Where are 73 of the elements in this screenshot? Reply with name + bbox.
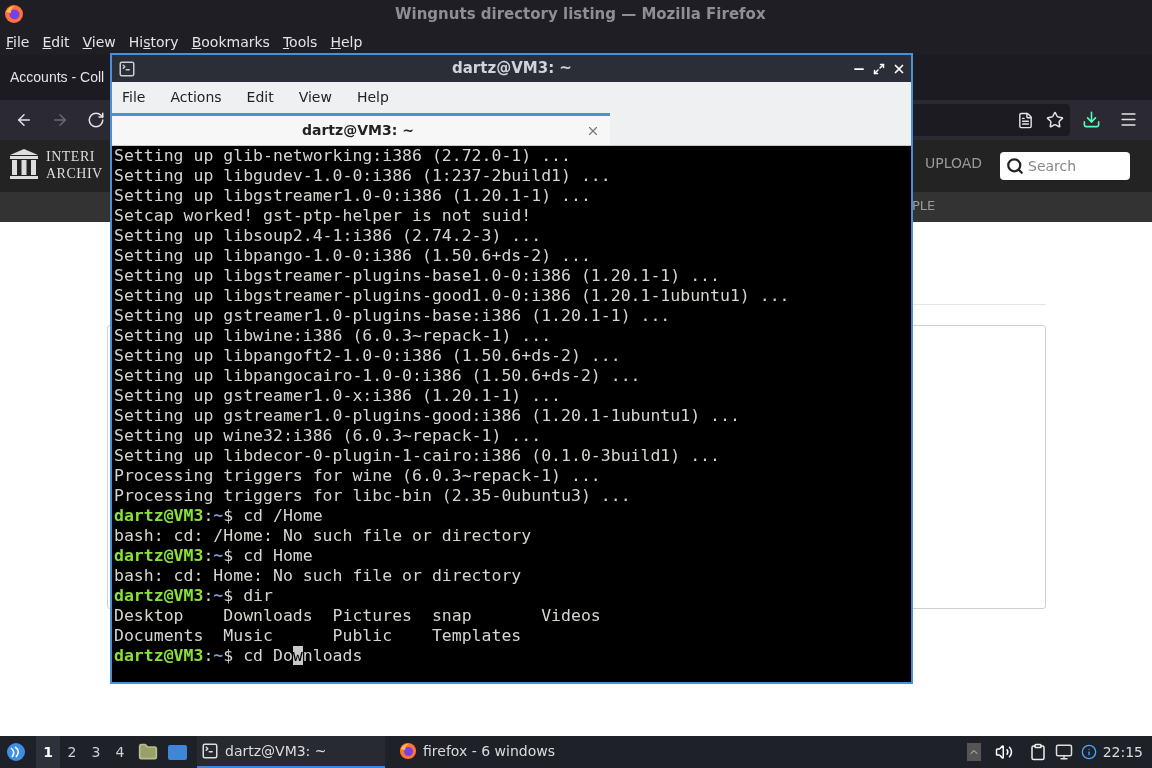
menu-item[interactable]: Help	[356, 86, 389, 108]
workspace-button[interactable]: 1	[36, 736, 60, 768]
menu-item[interactable]: File	[122, 86, 146, 108]
subnav-link[interactable]: PLE	[912, 199, 936, 212]
workspace-button[interactable]: 2	[60, 736, 84, 768]
clock[interactable]: 22:15	[1102, 741, 1143, 763]
terminal-output-line: Setting up gstreamer1.0-x:i386 (1.20.1-1) ...	[114, 386, 562, 406]
terminal-output-line: Setting up libgstreamer1.0-0:i386 (1.20.1-1) ...	[114, 186, 591, 206]
terminal-output-line: Setting up libpangocairo-1.0-0:i386 (1.50.6+ds-2) ...	[114, 366, 641, 386]
menu-item[interactable]: Actions	[170, 86, 222, 108]
menu-item[interactable]: Tools	[282, 34, 318, 49]
reader-view-icon[interactable]	[1017, 111, 1034, 129]
maximize-button[interactable]	[873, 62, 885, 75]
terminal-output-line: Setting up glib-networking:i386 (2.72.0-1) ...	[114, 146, 571, 166]
terminal-output-line: Setting up libgstreamer-plugins-good1.0-0:i386 (1.20.1-1ubuntu1) ...	[114, 286, 790, 306]
clipboard-icon[interactable]	[1028, 743, 1047, 761]
terminal-output-line: Setting up libpangoft2-1.0-0:i386 (1.50.6+ds-2) ...	[114, 346, 621, 366]
terminal-output-line: Setcap worked! gst-ptp-helper is not suid!	[114, 206, 532, 226]
bookmark-star-icon[interactable]	[1046, 111, 1064, 129]
file-manager-icon[interactable]	[138, 742, 158, 762]
terminal-output-line: bash: cd: Home: No such file or directory	[114, 566, 522, 586]
terminal-prompt-line: dartz@VM3:~$ dir	[114, 586, 273, 606]
temple-logo-icon	[10, 149, 38, 179]
menu-item[interactable]: File	[6, 34, 30, 49]
terminal-icon	[201, 742, 219, 760]
terminal-output-line: Setting up gstreamer1.0-plugins-good:i386 (1.20.1-1ubuntu1) ...	[114, 406, 740, 426]
menu-item[interactable]: View	[82, 34, 116, 49]
download-icon[interactable]	[1082, 110, 1101, 129]
menu-item[interactable]: View	[298, 86, 332, 108]
menu-item[interactable]: Bookmarks	[191, 34, 270, 49]
tray-expand-icon[interactable]	[966, 743, 981, 761]
terminal-output-line: Setting up libwine:i386 (6.0.3~repack-1) ...	[114, 326, 552, 346]
terminal-output-line: Setting up libsoup2.4-1:i386 (2.74.2-3) ...	[114, 226, 542, 246]
workspace-button[interactable]: 3	[84, 736, 108, 768]
menu-item[interactable]: Edit	[246, 86, 274, 108]
terminal-output-line: Setting up libdecor-0-plugin-1-cairo:i386 (0.1.0-3build1) ...	[114, 446, 720, 466]
search-icon	[1006, 157, 1024, 175]
logo-text: ARCHIV	[46, 165, 103, 182]
terminal-output-line: Setting up wine32:i386 (6.0.3~repack-1) ...	[114, 426, 542, 446]
volume-icon[interactable]	[994, 743, 1013, 761]
menu-item[interactable]: History	[128, 34, 179, 49]
terminal-prompt-line: dartz@VM3:~$ cd /Home	[114, 506, 323, 526]
window-title: dartz@VM3: ~	[452, 58, 572, 80]
notification-icon[interactable]	[1080, 744, 1097, 760]
upload-link[interactable]: UPLOAD	[925, 156, 983, 170]
menu-item[interactable]: Help	[330, 34, 363, 49]
terminal-output-line: Processing triggers for libc-bin (2.35-0ubuntu3) ...	[114, 486, 631, 506]
reload-button[interactable]	[86, 110, 106, 130]
terminal-output-line: bash: cd: /Home: No such file or directory	[114, 526, 532, 546]
start-menu-icon[interactable]	[6, 742, 26, 762]
menu-icon[interactable]	[1119, 110, 1138, 129]
window-title: Wingnuts directory listing — Mozilla Firefox	[395, 3, 766, 25]
terminal-tab[interactable]: dartz@VM3: ~	[112, 113, 610, 145]
logo-text: INTERI	[46, 148, 95, 165]
terminal-prompt-line: dartz@VM3:~$ cd Home	[114, 546, 313, 566]
terminal-output-line: Setting up libpango-1.0-0:i386 (1.50.6+ds-2) ...	[114, 246, 591, 266]
terminal-output-line: Desktop Downloads Pictures snap Videos	[114, 606, 601, 626]
terminal-output-line: Setting up libgstreamer-plugins-base1.0-0:i386 (1.20.1-1) ...	[114, 266, 720, 286]
network-icon[interactable]	[1054, 743, 1073, 761]
taskbar-task[interactable]: firefox - 6 windows	[395, 736, 583, 768]
terminal-output-line: Processing triggers for wine (6.0.3~repack-1) ...	[114, 466, 601, 486]
terminal-icon	[118, 59, 136, 78]
firefox-icon	[4, 4, 24, 24]
taskbar-task[interactable]: dartz@VM3: ~	[197, 736, 385, 768]
terminal-output-line: Setting up gstreamer1.0-plugins-base:i386 (1.20.1-1) ...	[114, 306, 671, 326]
workspace-button[interactable]: 4	[108, 736, 132, 768]
menu-item[interactable]: Edit	[42, 34, 70, 49]
firefox-icon	[399, 742, 417, 760]
terminal-output-line: Setting up libgudev-1.0-0:i386 (1:237-2build1) ...	[114, 166, 611, 186]
search-field[interactable]: Search	[1000, 152, 1130, 180]
show-desktop-icon[interactable]	[168, 744, 187, 760]
terminal-output-line: Documents Music Public Templates	[114, 626, 522, 646]
url-bar[interactable]	[912, 104, 1070, 136]
